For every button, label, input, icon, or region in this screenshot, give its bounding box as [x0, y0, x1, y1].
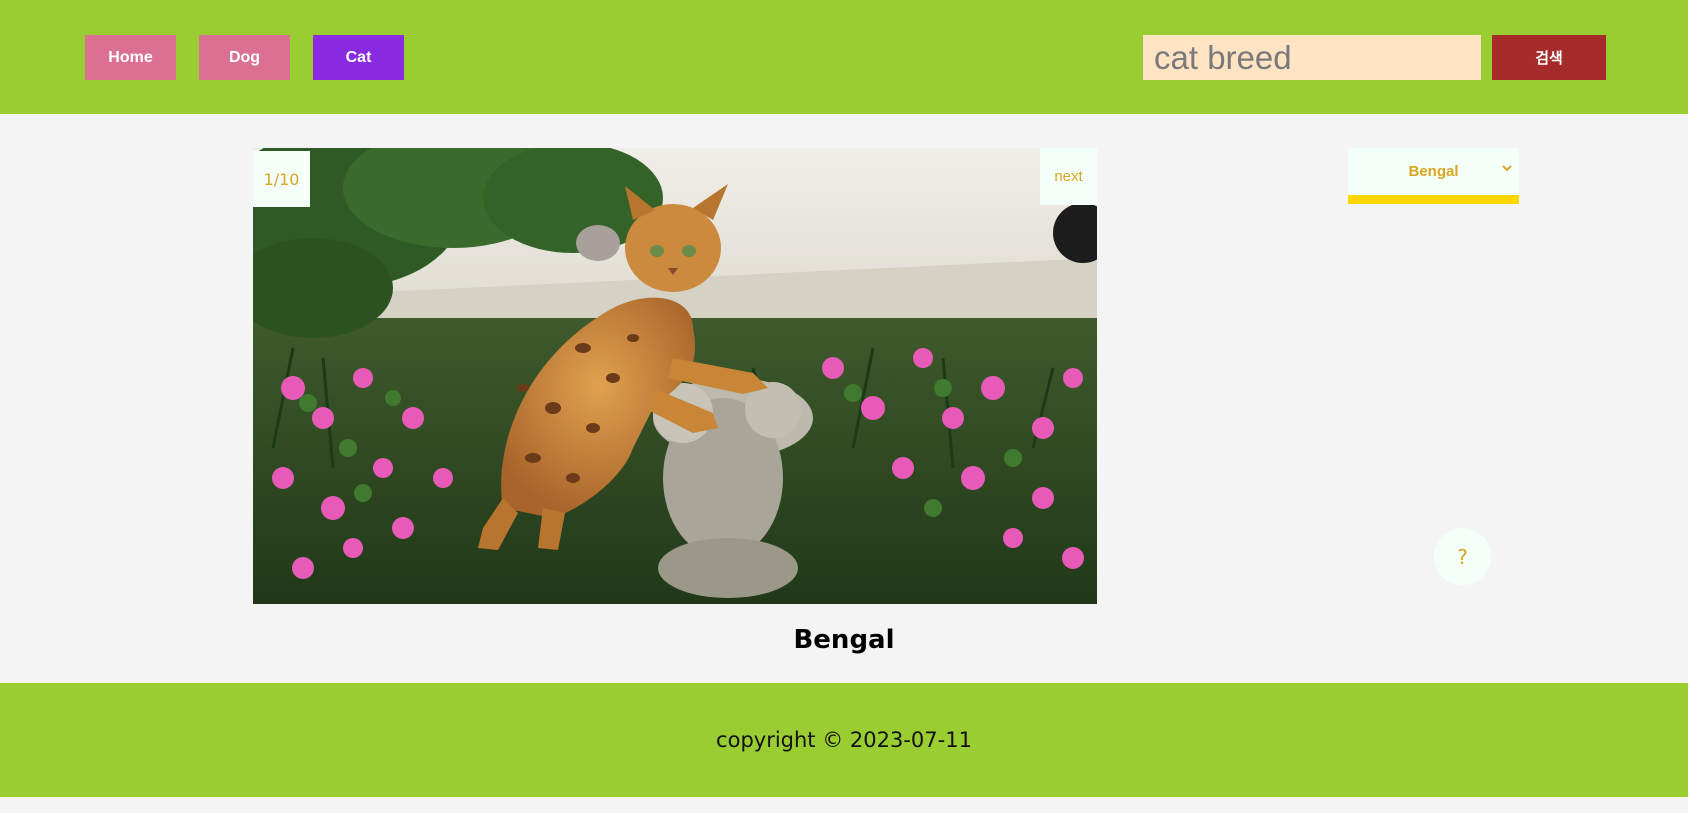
nav-home-button[interactable]: Home [85, 35, 176, 80]
nav-cat-button[interactable]: Cat [313, 35, 404, 80]
copyright-text: copyright © 2023-07-11 [716, 728, 972, 752]
search-input[interactable] [1143, 35, 1481, 80]
breed-select-value: Bengal [1408, 163, 1459, 180]
chevron-down-icon [1502, 165, 1512, 172]
nav-dog-button[interactable]: Dog [199, 35, 290, 80]
footer-bar: copyright © 2023-07-11 [0, 683, 1688, 797]
cat-photo [253, 148, 1097, 604]
breed-image [253, 148, 1097, 604]
help-button[interactable]: ? [1434, 528, 1491, 585]
breed-name-caption: Bengal [793, 625, 895, 655]
breed-select[interactable]: Bengal [1348, 148, 1519, 195]
next-button[interactable]: next [1040, 148, 1097, 205]
header-bar: Home Dog Cat 검색 [0, 0, 1688, 114]
search-button[interactable]: 검색 [1492, 35, 1606, 80]
breed-select-underline [1348, 195, 1519, 204]
image-counter: 1/10 [253, 151, 310, 207]
